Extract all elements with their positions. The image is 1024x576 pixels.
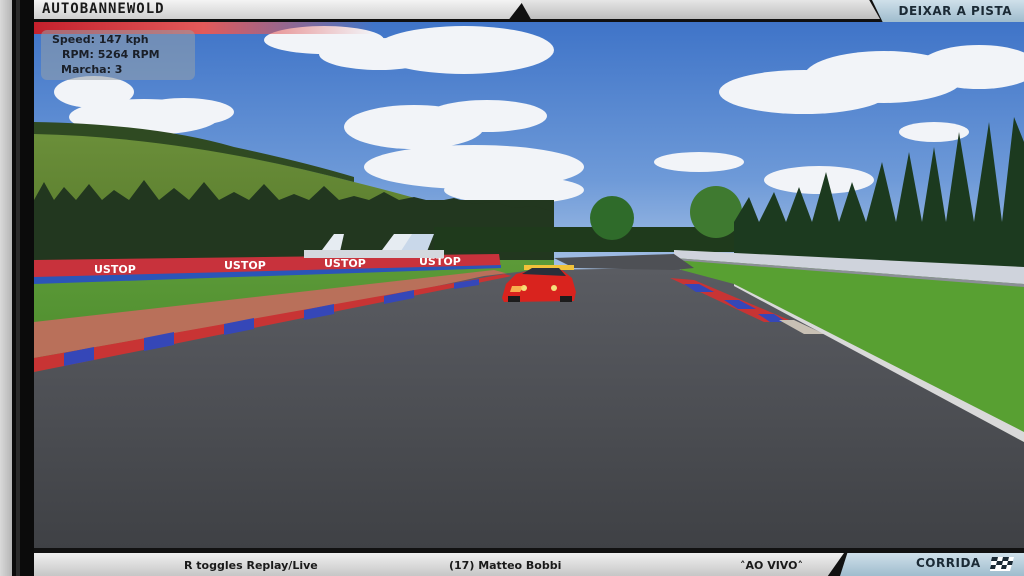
live-label: ˄AO VIVO˄ <box>740 559 803 572</box>
top-info-panel <box>520 0 880 19</box>
banner-text: USTOP <box>224 259 266 272</box>
gear-readout: Marcha: 3 <box>61 63 123 76</box>
race-scene: USTOP USTOP USTOP USTOP <box>34 22 1024 548</box>
track-name-panel: AUTOBANNEWOLD <box>34 0 524 19</box>
banner-text: USTOP <box>94 263 136 276</box>
replay-hint: R toggles Replay/Live <box>184 559 318 572</box>
bottom-info-panel <box>34 553 844 576</box>
track-name: AUTOBANNEWOLD <box>42 1 165 17</box>
driver-name: (17) Matteo Bobbi <box>449 559 562 572</box>
left-frame-light <box>0 0 12 576</box>
checkered-flag-icon <box>990 557 1014 571</box>
top-bar: AUTOBANNEWOLD DEIXAR A PISTA <box>34 0 1024 22</box>
scene-svg: USTOP USTOP USTOP USTOP <box>34 26 1024 548</box>
exit-track-label: DEIXAR A PISTA <box>898 4 1012 18</box>
bottom-bar: R toggles Replay/Live (17) Matteo Bobbi … <box>34 548 1024 576</box>
exit-track-button[interactable]: DEIXAR A PISTA <box>872 0 1024 22</box>
rpm-readout: RPM: 5264 RPM <box>62 48 160 61</box>
race-label: CORRIDA <box>916 556 981 570</box>
telemetry-panel: Speed: 147 kph RPM: 5264 RPM Marcha: 3 <box>41 30 195 80</box>
left-frame <box>0 0 34 576</box>
left-frame-stripe <box>16 0 20 576</box>
race-button[interactable]: CORRIDA <box>840 553 1024 576</box>
banner-text: USTOP <box>324 257 366 270</box>
speed-readout: Speed: 147 kph <box>52 33 149 46</box>
